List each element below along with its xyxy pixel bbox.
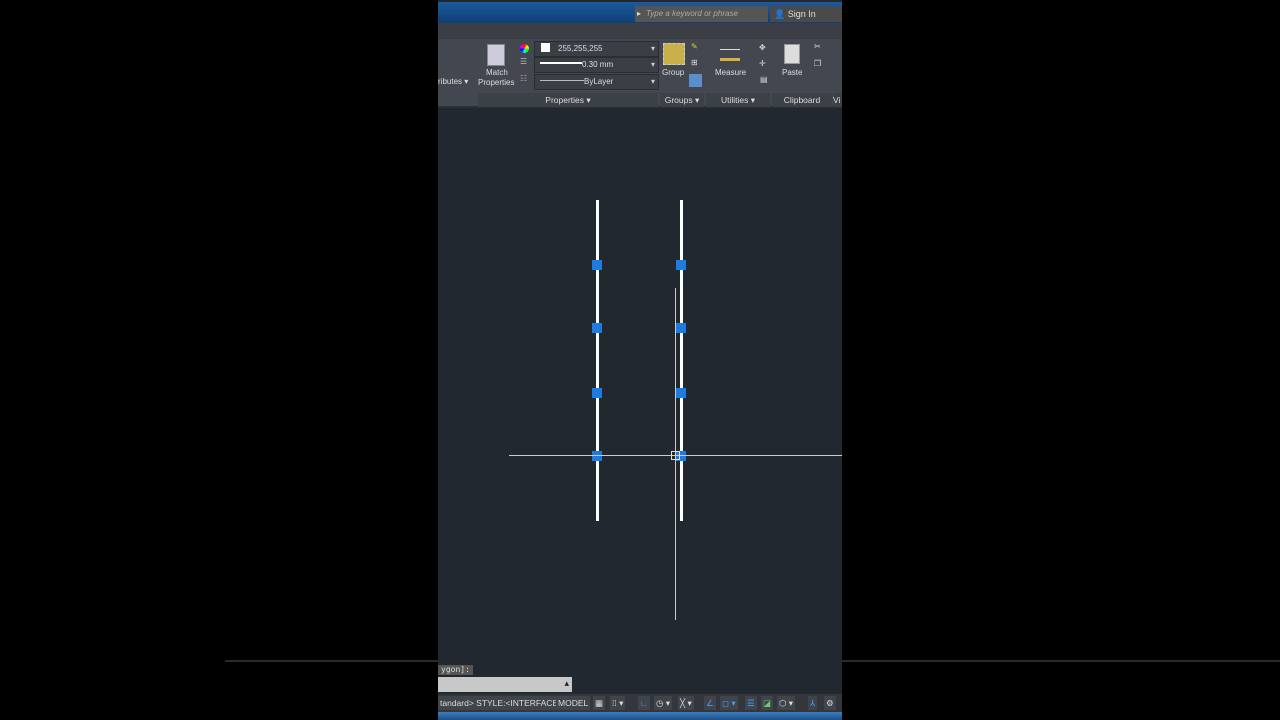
paste-icon — [784, 44, 800, 64]
attributes-button[interactable]: ributes ▾ — [438, 77, 468, 86]
ortho-icon[interactable]: ∟ — [638, 696, 651, 710]
grip[interactable] — [676, 323, 686, 333]
annotation-icon[interactable]: ⅄ — [808, 696, 818, 710]
ribbon-tabs — [438, 23, 842, 39]
color-dropdown[interactable]: 255,255,255 — [534, 41, 659, 57]
ribbon: ributes ▾ Match Properties ☰ ☷ 255,255,2… — [438, 39, 842, 108]
sign-in-button[interactable]: 👤 Sign In — [770, 6, 842, 22]
id-point-icon[interactable]: ✥ — [759, 43, 766, 52]
grip[interactable] — [592, 388, 602, 398]
taskbar — [438, 712, 842, 720]
divider — [842, 660, 1280, 662]
grip[interactable] — [676, 388, 686, 398]
status-bar: tandard> STYLE:<INTERFACE> MODEL ▦ ⁞⁞ ▾ … — [438, 694, 842, 712]
point-icon[interactable]: ✛ — [759, 59, 766, 68]
group-edit-icon[interactable]: ✎ — [691, 42, 698, 51]
color-wheel-icon — [520, 44, 529, 53]
isodraft-icon[interactable]: ╳ ▾ — [678, 696, 694, 710]
user-icon: 👤 — [774, 9, 788, 19]
match-properties-icon — [487, 44, 505, 66]
sign-in-label: Sign In — [787, 9, 816, 19]
model-space-button[interactable]: MODEL — [556, 696, 591, 710]
grip[interactable] — [592, 323, 602, 333]
grip[interactable] — [592, 451, 602, 461]
selected-line-right[interactable] — [680, 200, 683, 521]
group-icon[interactable] — [663, 43, 685, 65]
match-properties-label-1[interactable]: Match — [486, 68, 508, 77]
divider — [225, 660, 438, 662]
lineweight-icon: ☰ — [520, 57, 528, 66]
panel-groups[interactable]: Groups ▾ — [660, 93, 704, 107]
object-snap-icon[interactable]: ◻ ▾ — [720, 696, 738, 710]
autocad-window: Type a keyword or phrase 👤 Sign In ribut… — [438, 0, 842, 720]
lineweight-dropdown[interactable]: 0.30 mm — [534, 57, 659, 73]
pickbox-cursor — [671, 451, 680, 460]
style-status: tandard> STYLE:<INTERFACE> — [438, 696, 566, 710]
workspace-icon[interactable]: ⚙ — [824, 696, 836, 710]
color-swatch — [541, 43, 550, 52]
selected-line-left[interactable] — [596, 200, 599, 521]
grip[interactable] — [592, 260, 602, 270]
3d-osnap-icon[interactable]: ⬡ ▾ — [777, 696, 796, 710]
command-input[interactable] — [438, 677, 572, 692]
match-properties-label-2[interactable]: Properties — [478, 78, 514, 87]
panel-clipboard[interactable]: Clipboard — [772, 93, 832, 107]
linetype-icon: ☷ — [520, 74, 528, 83]
cut-icon[interactable]: ✂ — [814, 42, 821, 51]
search-input[interactable]: Type a keyword or phrase — [635, 6, 768, 22]
grid-icon[interactable]: ▦ — [593, 696, 606, 710]
panel-properties[interactable]: Properties ▾ — [478, 93, 658, 107]
snap-icon[interactable]: ⁞⁞ ▾ — [610, 696, 626, 710]
ungroup-icon[interactable]: ⊞ — [691, 58, 698, 67]
paste-button[interactable]: Paste — [782, 68, 802, 77]
panel-view[interactable]: Vi — [833, 93, 842, 107]
group-selection-icon[interactable] — [689, 74, 702, 87]
panel-utilities[interactable]: Utilities ▾ — [706, 93, 770, 107]
calculator-icon[interactable]: ▤ — [760, 75, 768, 84]
polar-icon[interactable]: ◷ ▾ — [654, 696, 673, 710]
lineweight-toggle-icon[interactable]: ☰ — [745, 696, 757, 710]
measure-button[interactable]: Measure — [715, 68, 746, 77]
copy-icon[interactable]: ❐ — [814, 59, 821, 68]
object-snap-tracking-icon[interactable]: ∠ — [704, 696, 716, 710]
measure-icon — [720, 49, 740, 61]
grip[interactable] — [676, 260, 686, 270]
linetype-dropdown[interactable]: ByLayer — [534, 74, 659, 90]
selection-cycling-icon[interactable]: ◪ — [761, 696, 774, 710]
command-prompt: ygon]: — [438, 665, 473, 675]
group-button[interactable]: Group — [662, 68, 684, 77]
